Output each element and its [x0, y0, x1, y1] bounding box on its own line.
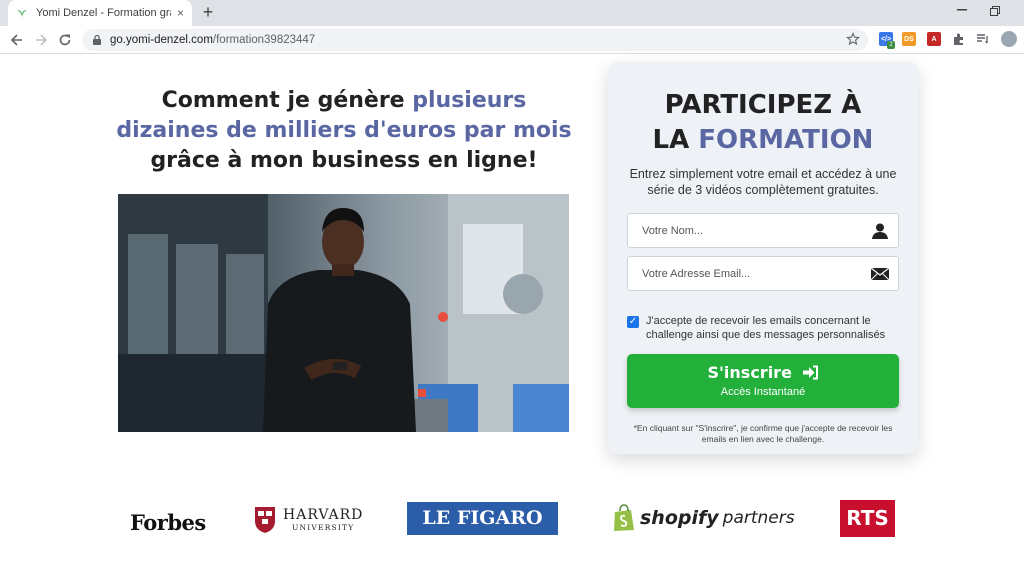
harvard-shield-icon	[255, 507, 275, 533]
shopify-partners-logo: shopify partners	[612, 504, 795, 532]
pdf-extension-icon[interactable]: A	[927, 32, 941, 46]
avatar[interactable]	[1001, 31, 1017, 47]
ds-extension-label: DS	[904, 35, 914, 43]
name-field[interactable]: Votre Nom...	[627, 213, 899, 248]
restore-icon[interactable]	[990, 6, 1000, 16]
url-host: go.yomi-denzel.com	[110, 34, 213, 46]
card-title-line1: PARTICIPEZ À	[664, 90, 862, 120]
consent-row: ✓ J'accepte de recevoir les emails conce…	[627, 314, 907, 342]
landing-page: Comment je génère plusieurs dizaines de …	[0, 54, 1024, 588]
page-headline: Comment je génère plusieurs dizaines de …	[112, 86, 576, 176]
figaro-logo: LE FIGARO	[407, 502, 558, 535]
card-title-line2: LA FORMATION	[608, 123, 918, 158]
tab-title: Yomi Denzel - Formation gratuite	[36, 7, 171, 19]
name-placeholder: Votre Nom...	[642, 224, 704, 237]
headline-part2: grâce à mon business en ligne!	[150, 148, 538, 173]
shopify-word: shopify	[640, 507, 719, 529]
user-icon	[872, 223, 888, 239]
url-path: /formation39823447	[212, 34, 316, 46]
signup-button-sub: Accès Instantané	[720, 386, 806, 398]
consent-checkbox[interactable]: ✓	[627, 316, 639, 328]
harvard-university: UNIVERSITY	[291, 523, 355, 532]
press-logos: Forbes HARVARD UNIVERSITY LE FIGARO shop…	[0, 498, 1024, 548]
shopify-bag-icon	[614, 504, 634, 531]
harvard-logo: HARVARD UNIVERSITY	[254, 506, 363, 534]
rts-logo: RTS	[840, 500, 895, 537]
address-bar[interactable]: go.yomi-denzel.com/formation39823447	[82, 29, 868, 51]
pdf-extension-label: A	[931, 35, 937, 43]
back-arrow-icon[interactable]	[8, 31, 26, 49]
forward-arrow-icon[interactable]	[32, 31, 50, 49]
signup-button[interactable]: S'inscrire Accès Instantané	[627, 354, 899, 408]
partners-word: partners	[722, 508, 795, 528]
headline-part1: Comment je génère	[161, 88, 413, 113]
envelope-icon	[870, 267, 890, 280]
reload-icon[interactable]	[56, 31, 74, 49]
card-title-la: LA	[652, 125, 699, 155]
ds-extension-icon[interactable]: DS	[902, 32, 916, 46]
card-subtitle: Entrez simplement votre email et accédez…	[629, 167, 897, 197]
sign-in-arrow-icon	[802, 365, 818, 380]
hero-photo	[118, 194, 569, 432]
harvard-name: HARVARD	[283, 507, 364, 523]
disclaimer: *En cliquant sur "S'inscrire", je confir…	[633, 423, 893, 444]
close-icon[interactable]: ×	[177, 6, 184, 20]
leaf-icon	[17, 10, 27, 18]
signup-button-label: S'inscrire	[707, 363, 792, 382]
lock-icon	[93, 34, 101, 45]
card-title: PARTICIPEZ À LA FORMATION	[608, 88, 918, 158]
browser-toolbar: go.yomi-denzel.com/formation39823447 </>…	[0, 26, 1024, 54]
puzzle-icon[interactable]	[952, 32, 966, 46]
consent-label: J'accepte de recevoir les emails concern…	[646, 315, 886, 341]
browser-tab-bar: Yomi Denzel - Formation gratuite × +	[0, 0, 1024, 26]
email-placeholder: Votre Adresse Email...	[642, 267, 751, 280]
signup-card: PARTICIPEZ À LA FORMATION Entrez simplem…	[608, 62, 918, 454]
minimize-icon[interactable]	[957, 9, 967, 11]
email-field[interactable]: Votre Adresse Email...	[627, 256, 899, 291]
reading-list-icon[interactable]	[976, 32, 990, 46]
signup-button-main: S'inscrire	[627, 363, 899, 383]
star-icon[interactable]	[846, 32, 860, 46]
browser-tab[interactable]: Yomi Denzel - Formation gratuite ×	[8, 0, 192, 26]
extension-badge: 2	[887, 41, 895, 49]
forbes-logo: Forbes	[130, 510, 206, 535]
new-tab-button[interactable]: +	[200, 3, 216, 21]
card-title-accent: FORMATION	[698, 125, 874, 155]
